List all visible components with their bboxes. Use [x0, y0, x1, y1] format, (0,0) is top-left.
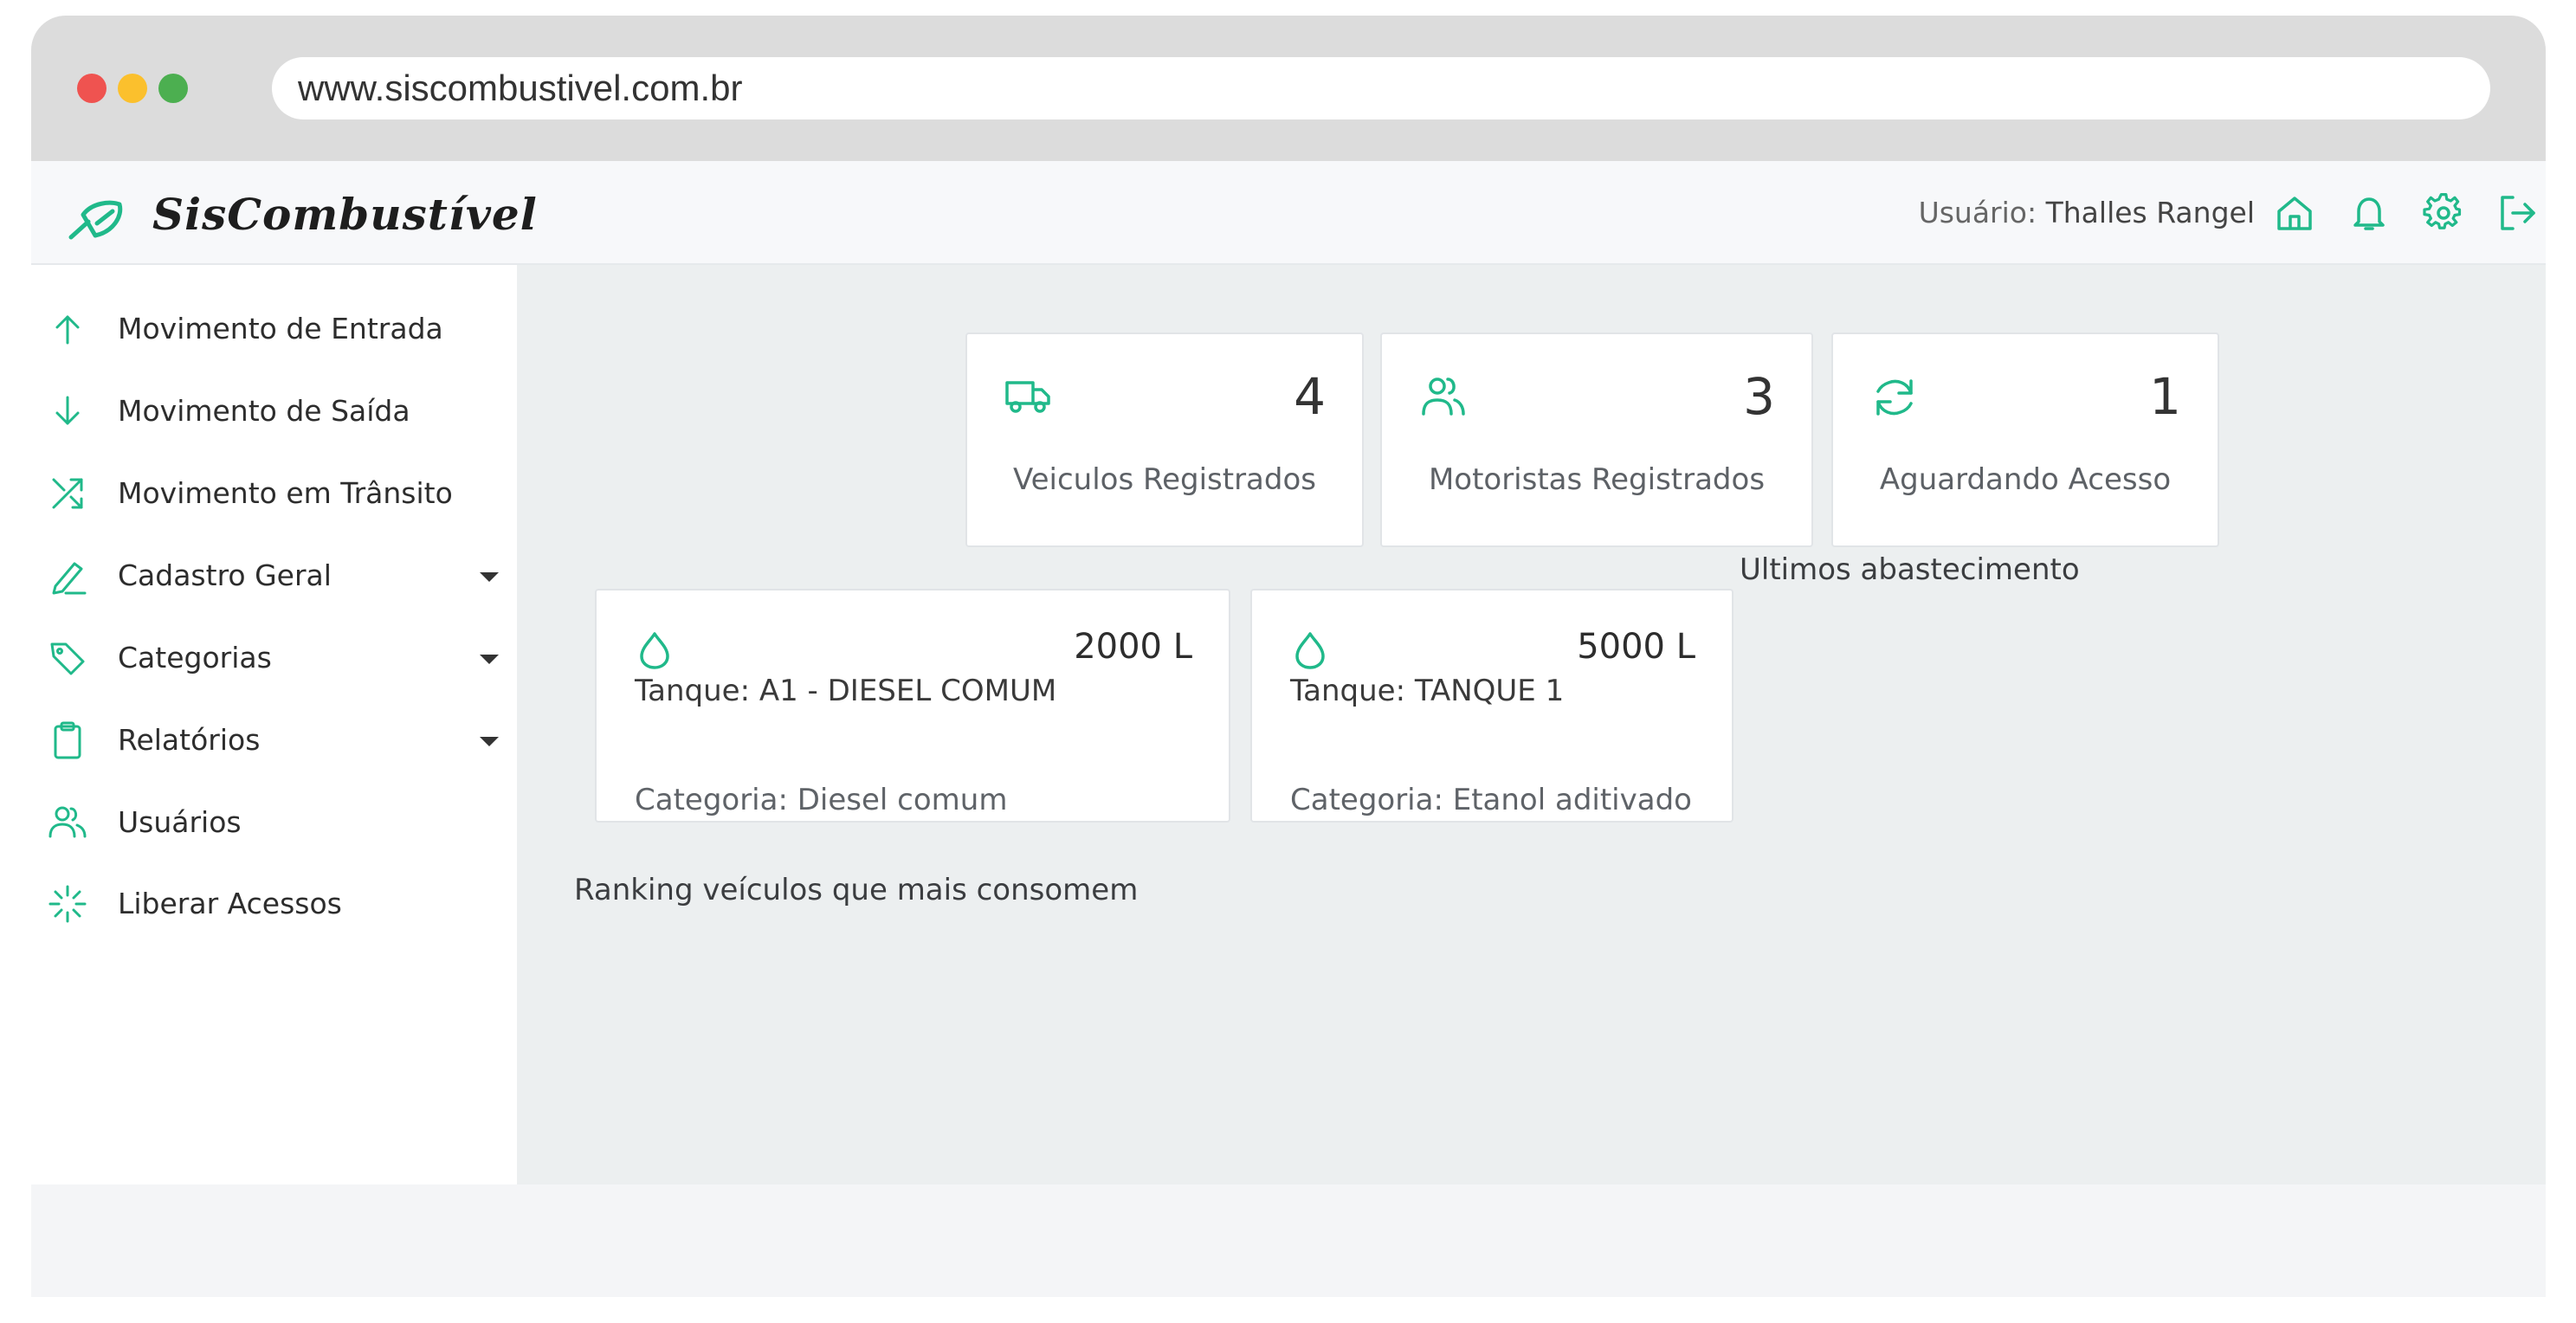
sidebar: Movimento de Entrada Movimento de Saída …: [31, 265, 517, 1184]
tank-name: Tanque: TANQUE 1: [1290, 674, 1565, 708]
tank-name: Tanque: A1 - DIESEL COMUM: [635, 674, 1057, 708]
stat-card-veiculos[interactable]: 4 Veiculos Registrados: [965, 332, 1364, 547]
sidebar-item-label: Movimento em Trânsito: [118, 476, 453, 510]
sidebar-item-label: Cadastro Geral: [118, 558, 332, 592]
refresh-icon: [1876, 379, 1913, 416]
logout-icon[interactable]: [2497, 192, 2539, 234]
section-title-ultimos-abastecimentos: Ultimos abastecimento: [1740, 552, 2080, 587]
shuffle-icon: [52, 478, 83, 509]
sidebar-item-usuarios[interactable]: Usuários: [48, 797, 499, 849]
current-user: Usuário: Thalles Rangel: [1919, 196, 2255, 229]
chevron-down-icon[interactable]: [480, 737, 499, 746]
tank-card[interactable]: 2000 L Tanque: A1 - DIESEL COMUM Categor…: [595, 589, 1230, 823]
sidebar-item-relatorios[interactable]: Relatórios: [48, 714, 499, 766]
brand-name[interactable]: SisCombustível: [152, 189, 538, 240]
users-icon: [1422, 378, 1465, 416]
address-bar[interactable]: www.siscombustivel.com.br: [272, 57, 2490, 119]
sidebar-item-movimento-transito[interactable]: Movimento em Trânsito: [48, 468, 499, 520]
pencil-icon: [52, 562, 87, 595]
stat-label: Veiculos Registrados: [1013, 462, 1316, 497]
sidebar-item-movimento-entrada[interactable]: Movimento de Entrada: [48, 303, 499, 355]
sidebar-item-label: Movimento de Saída: [118, 394, 410, 428]
tank-amount: 5000 L: [1577, 627, 1695, 667]
section-title-ranking: Ranking veículos que mais consomem: [574, 873, 1139, 907]
sidebar-item-liberar-acessos[interactable]: Liberar Acessos: [48, 878, 499, 930]
user-label: Usuário:: [1918, 196, 2037, 229]
close-window-dot[interactable]: [77, 74, 107, 103]
stat-value: 3: [1743, 367, 1775, 426]
users-icon: [48, 806, 87, 838]
browser-window: www.siscombustivel.com.br SisCombustível…: [31, 16, 2546, 1297]
arrow-down-icon: [55, 396, 80, 425]
app-header: SisCombustível Usuário: Thalles Rangel: [31, 161, 2546, 265]
home-icon[interactable]: [2274, 192, 2315, 234]
maximize-window-dot[interactable]: [158, 74, 188, 103]
truck-icon: [1005, 381, 1050, 413]
chevron-down-icon[interactable]: [480, 572, 499, 582]
stat-value: 4: [1294, 367, 1326, 426]
gear-icon[interactable]: [2423, 192, 2464, 234]
sidebar-item-categorias[interactable]: Categorias: [48, 632, 499, 684]
browser-chrome: www.siscombustivel.com.br: [31, 16, 2546, 161]
page-footer-area: [31, 1184, 2546, 1297]
sidebar-item-label: Categorias: [118, 641, 272, 674]
tag-icon: [50, 642, 85, 675]
fuel-nozzle-logo-icon: [68, 200, 123, 240]
tank-category: Categoria: Etanol aditivado: [1290, 783, 1692, 817]
stat-card-aguardando[interactable]: 1 Aguardando Acesso: [1831, 332, 2219, 547]
tank-category: Categoria: Diesel comum: [635, 783, 1008, 817]
tank-amount: 2000 L: [1074, 627, 1192, 667]
sidebar-item-label: Usuários: [118, 805, 242, 839]
user-name: Thalles Rangel: [2045, 196, 2255, 229]
sidebar-item-label: Relatórios: [118, 723, 261, 757]
chevron-down-icon[interactable]: [480, 655, 499, 664]
tank-card[interactable]: 5000 L Tanque: TANQUE 1 Categoria: Etano…: [1250, 589, 1733, 823]
stat-label: Motoristas Registrados: [1428, 462, 1766, 497]
stat-card-motoristas[interactable]: 3 Motoristas Registrados: [1380, 332, 1813, 547]
sidebar-item-label: Liberar Acessos: [118, 887, 342, 920]
arrow-up-icon: [55, 315, 80, 345]
dashboard-main: 4 Veiculos Registrados 3 Motoristas Regi…: [517, 265, 2546, 1184]
minimize-window-dot[interactable]: [118, 74, 147, 103]
bell-icon[interactable]: [2348, 192, 2390, 234]
sidebar-item-cadastro-geral[interactable]: Cadastro Geral: [48, 550, 499, 602]
stat-label: Aguardando Acesso: [1879, 462, 2172, 497]
droplet-icon: [1295, 632, 1325, 669]
sidebar-item-label: Movimento de Entrada: [118, 312, 443, 345]
sidebar-item-movimento-saida[interactable]: Movimento de Saída: [48, 385, 499, 437]
clipboard-icon: [54, 721, 81, 759]
loader-icon: [48, 885, 87, 923]
droplet-icon: [640, 632, 669, 669]
stat-value: 1: [2149, 367, 2181, 426]
